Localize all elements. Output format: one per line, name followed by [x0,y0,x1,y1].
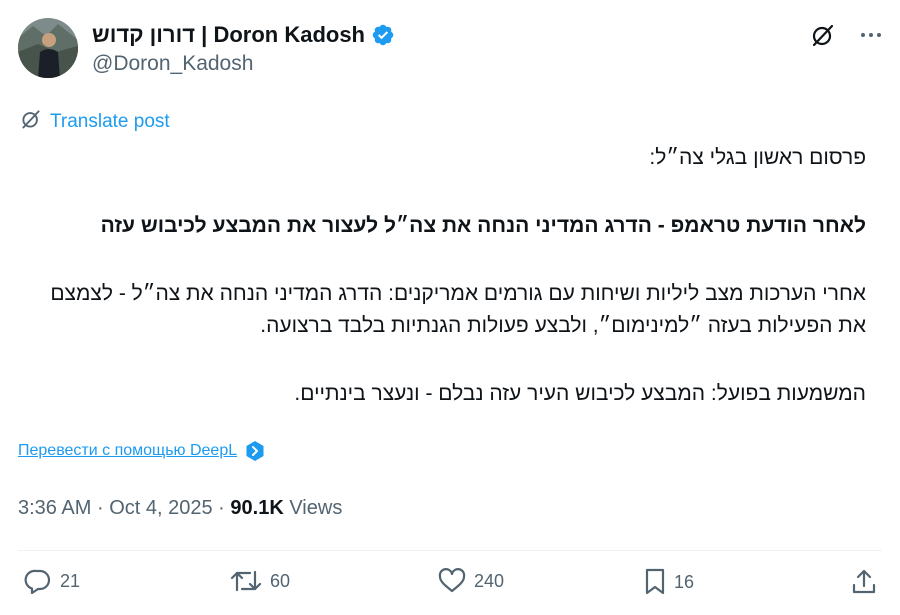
meta-separator: · [218,497,225,519]
bookmark-count: 16 [674,571,695,592]
reply-button[interactable]: 21 [24,568,80,594]
repost-icon [230,568,262,594]
author-handle[interactable]: @Doron_Kadosh [92,52,253,76]
post-line-bold: לאחר הודעת טראמפ - הדרג המדיני הנחה את צ… [100,214,866,237]
translate-icon [20,108,42,136]
post-time[interactable]: 3:36 AM [18,497,91,519]
like-button[interactable]: 240 [438,568,504,594]
share-icon [850,568,878,596]
reply-icon [24,568,52,594]
share-button[interactable] [850,568,878,596]
post-line-conclusion: המשמעות בפועל: המבצע לכיבוש העיר עזה נבל… [294,382,866,405]
divider [18,550,882,551]
more-icon[interactable] [860,24,882,46]
bookmark-icon [644,568,666,596]
avatar[interactable] [18,18,78,78]
action-bar: 21 60 240 16 [0,568,900,608]
deepl-label: Перевести с помощью DeepL [18,442,238,459]
repost-button[interactable]: 60 [230,568,290,594]
grok-icon[interactable] [810,22,836,48]
views-label: Views [289,497,343,519]
verified-badge-icon[interactable] [371,23,395,47]
translate-post-button[interactable]: Translate post [20,108,170,136]
repost-count: 60 [270,570,291,591]
views-count: 90.1K [230,497,284,519]
meta-separator: · [96,497,104,519]
like-icon [438,568,466,594]
post-text: פרסום ראשון בגלי צה״ל: לאחר הודעת טראמפ … [18,140,866,410]
deepl-translate-link[interactable]: Перевести с помощью DeepL [18,440,265,462]
post-line-paragraph: אחרי הערכות מצב ליליות ושיחות עם גורמים … [50,282,866,337]
author-display-name[interactable]: דורון קדוש | Doron Kadosh [92,22,365,48]
translate-post-label: Translate post [50,111,170,132]
deepl-icon [245,440,265,462]
reply-count: 21 [60,570,81,591]
post-date[interactable]: Oct 4, 2025 [109,497,212,519]
post-line-headline: פרסום ראשון בגלי צה״ל: [649,146,866,169]
post-meta: 3:36 AM · Oct 4, 2025 · 90.1K Views [18,497,342,520]
like-count: 240 [474,570,505,591]
bookmark-button[interactable]: 16 [644,568,694,596]
